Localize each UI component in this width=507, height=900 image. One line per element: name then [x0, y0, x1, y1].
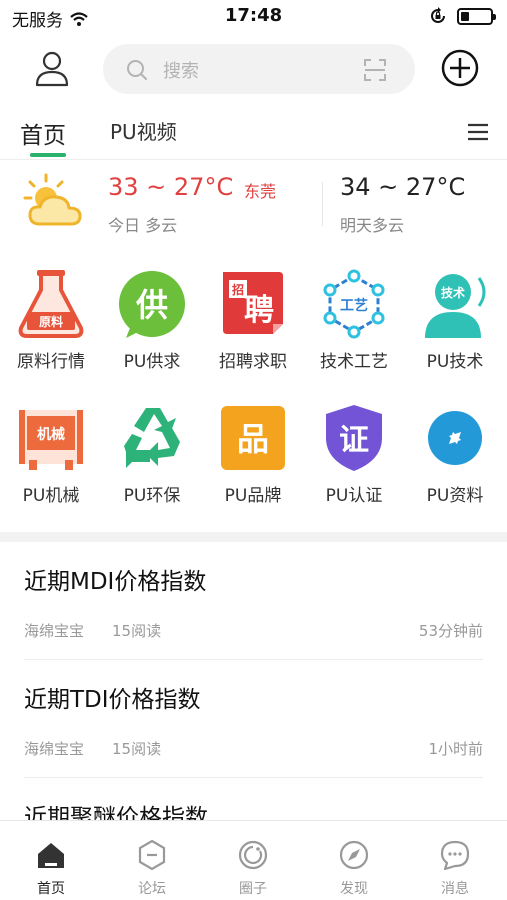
data-icon: [428, 411, 482, 465]
circle-icon: [238, 840, 268, 870]
recruit-icon: 招 聘: [223, 272, 283, 334]
tomorrow-condition: 明天多云: [340, 216, 405, 235]
news-read-count: 15阅读: [112, 622, 162, 640]
news-read-count: 15阅读: [112, 740, 162, 758]
today-condition: 今日 多云: [108, 216, 178, 235]
news-item[interactable]: 近期MDI价格指数 海绵宝宝 15阅读 53分钟前: [0, 542, 507, 660]
category-craft[interactable]: 工艺 技术工艺: [303, 262, 405, 382]
nav-circle-label: 圈子: [239, 881, 267, 897]
news-title: 近期MDI价格指数: [24, 569, 207, 595]
news-time: 53分钟前: [418, 622, 483, 640]
nav-home-label: 首页: [37, 881, 65, 897]
category-label: PU资料: [426, 486, 484, 506]
category-recruit[interactable]: 招 聘 招聘求职: [202, 262, 304, 382]
status-bar: 无服务 17:48: [0, 0, 507, 34]
search-placeholder: 搜索: [163, 61, 199, 82]
city-name: 东莞: [244, 182, 277, 201]
supply-icon: 供: [119, 271, 185, 338]
weather-divider: [322, 182, 323, 226]
add-icon[interactable]: [440, 48, 480, 88]
battery-level: [461, 11, 470, 21]
flask-icon: 原料: [18, 270, 84, 338]
category-label: PU技术: [426, 352, 484, 372]
news-title: 近期TDI价格指数: [24, 687, 201, 713]
nav-home[interactable]: 首页: [11, 831, 91, 898]
tab-bar: 首页 PU视频: [0, 104, 507, 160]
brand-icon: 品: [221, 406, 285, 470]
today-temperature: 33 ~ 27°C: [108, 173, 234, 201]
category-label: PU环保: [123, 486, 181, 506]
partly-cloudy-icon: [23, 173, 82, 226]
machine-icon-label: 机械: [37, 426, 65, 443]
nav-circle[interactable]: 圈子: [213, 831, 293, 898]
tech-icon: 技术: [425, 274, 486, 338]
profile-icon[interactable]: [32, 48, 72, 88]
category-pu-brand[interactable]: 品 PU品牌: [202, 396, 304, 516]
category-pu-certify[interactable]: 证 PU认证: [303, 396, 405, 516]
category-label: 招聘求职: [219, 352, 287, 372]
status-right: [429, 7, 496, 25]
category-pu-supply[interactable]: 供 PU供求: [101, 262, 203, 382]
category-pu-data[interactable]: PU资料: [404, 396, 506, 516]
craft-icon: 工艺: [323, 269, 385, 339]
certify-icon-label: 证: [339, 423, 369, 458]
discover-icon: [339, 840, 369, 870]
machine-icon: 机械: [19, 410, 83, 470]
category-pu-tech[interactable]: 技术 PU技术: [404, 262, 506, 382]
certify-icon: 证: [326, 405, 382, 471]
bottom-nav: 首页 论坛 圈子 发现 消息: [0, 820, 507, 900]
top-bar: 搜索: [0, 34, 507, 100]
battery-icon: [457, 7, 496, 25]
nav-forum-label: 论坛: [138, 881, 166, 897]
tech-icon-label: 技术: [441, 285, 465, 300]
nav-messages[interactable]: 消息: [415, 831, 495, 898]
category-label: 原料行情: [17, 352, 85, 372]
nav-discover[interactable]: 发现: [314, 831, 394, 898]
supply-icon-label: 供: [136, 286, 168, 324]
news-time: 1小时前: [428, 740, 483, 758]
nav-forum[interactable]: 论坛: [112, 831, 192, 898]
search-input[interactable]: 搜索: [103, 44, 415, 94]
active-tab-indicator: [30, 153, 66, 157]
flask-icon-label: 原料: [39, 314, 63, 329]
category-pu-eco[interactable]: PU环保: [101, 396, 203, 516]
category-label: PU认证: [325, 486, 383, 506]
category-label: PU供求: [123, 352, 181, 372]
scan-icon[interactable]: [363, 58, 387, 82]
category-raw-material[interactable]: 原料 原料行情: [0, 262, 102, 382]
recruit-icon-label: 聘: [244, 293, 274, 328]
message-icon: [440, 840, 470, 871]
recruit-icon-sublabel: 招: [232, 282, 244, 297]
news-author: 海绵宝宝: [24, 622, 85, 640]
forum-icon: [138, 839, 166, 871]
section-divider: [0, 532, 507, 542]
brand-icon-label: 品: [237, 420, 269, 458]
weather-panel[interactable]: 33 ~ 27°C 东莞 今日 多云 34 ~ 27°C 明天多云: [0, 164, 507, 250]
nav-discover-label: 发现: [340, 881, 368, 897]
tab-pu-video[interactable]: PU视频: [110, 116, 177, 145]
search-icon: [127, 60, 147, 80]
home-icon: [38, 843, 64, 868]
menu-icon[interactable]: [466, 122, 490, 142]
category-label: PU品牌: [224, 486, 282, 506]
news-item[interactable]: 近期TDI价格指数 海绵宝宝 15阅读 1小时前: [0, 660, 507, 778]
recycle-icon: [124, 408, 180, 468]
category-label: PU机械: [22, 486, 80, 506]
news-author: 海绵宝宝: [24, 740, 85, 758]
category-pu-machine[interactable]: 机械 PU机械: [0, 396, 102, 516]
tab-home[interactable]: 首页: [20, 116, 66, 150]
nav-messages-label: 消息: [441, 881, 469, 897]
category-label: 技术工艺: [320, 352, 388, 372]
craft-icon-label: 工艺: [340, 297, 368, 314]
orientation-lock-icon: [431, 7, 445, 23]
tomorrow-temperature: 34 ~ 27°C: [340, 173, 466, 201]
